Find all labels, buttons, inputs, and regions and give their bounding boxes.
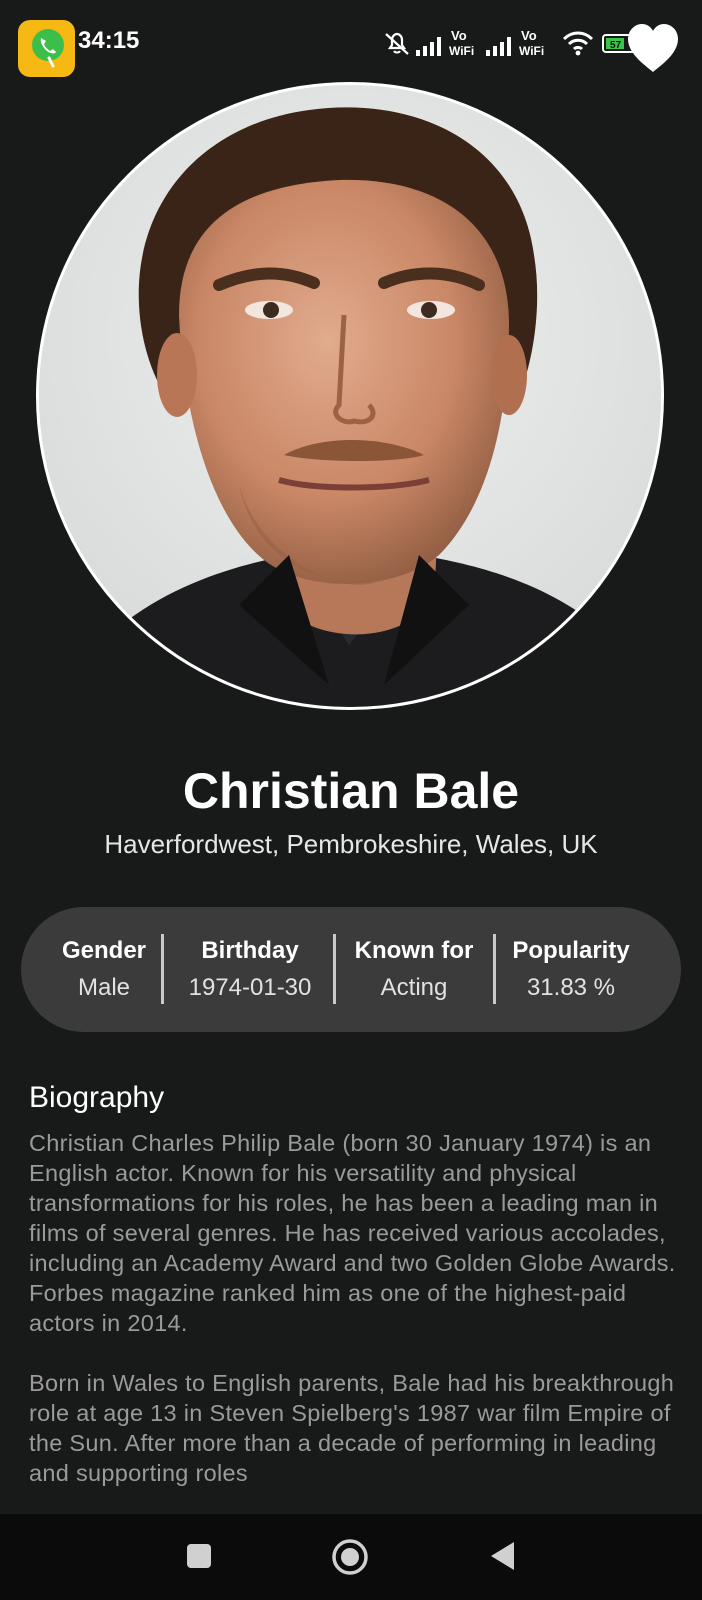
status-bar: 34:15 Vo WiFi Vo WiFi 57 [0,0,702,80]
profile-photo [36,82,664,710]
vowifi-icon: Vo WiFi [449,28,474,58]
biography-heading: Biography [29,1081,165,1114]
stat-birthday: Birthday 1974-01-30 [171,937,329,1002]
stat-value: 1974-01-30 [188,974,312,1001]
wifi-icon [562,31,594,56]
phone-icon [32,29,64,68]
place-of-birth: Haverfordwest, Pembrokeshire, Wales, UK [104,829,598,859]
status-time: 34:15 [78,27,140,54]
stat-label: Birthday [201,937,299,964]
recents-square-icon[interactable] [185,1542,213,1570]
stat-gender: Gender Male [51,937,157,1002]
stat-label: Gender [61,937,147,964]
stats-card: Gender Male Birthday 1974-01-30 Known fo… [21,907,681,1032]
svg-text:57: 57 [610,40,622,51]
stat-known-for: Known for Acting [339,937,489,1002]
svg-text:WiFi: WiFi [449,44,474,58]
biography-text: Christian Charles Philip Bale (born 30 J… [29,1128,679,1514]
stat-value: 31.83 % [526,974,616,1001]
stat-divider [333,934,336,1004]
stat-label: Popularity [512,937,630,964]
signal-icon [416,37,441,56]
biography-paragraph: Christian Charles Philip Bale (born 30 J… [29,1130,676,1336]
favorite-heart-icon[interactable] [626,22,680,74]
system-nav-bar [0,1514,702,1600]
stat-value: Acting [380,974,448,1001]
stat-divider [493,934,496,1004]
call-app-icon[interactable] [18,20,75,77]
biography-paragraph: Born in Wales to English parents, Bale h… [29,1370,675,1486]
svg-text:Vo: Vo [451,28,467,43]
vowifi-icon: Vo WiFi [519,28,544,58]
svg-text:WiFi: WiFi [519,44,544,58]
person-name: Christian Bale [182,763,520,819]
stat-popularity: Popularity 31.83 % [501,937,641,1002]
svg-text:Vo: Vo [521,28,537,43]
back-triangle-icon[interactable] [488,1540,518,1572]
home-circle-icon[interactable] [331,1538,369,1576]
stat-value: Male [77,974,131,1001]
portrait-image [39,85,661,707]
mute-bell-icon [385,32,409,55]
stat-divider [161,934,164,1004]
signal-icon [486,37,511,56]
stat-label: Known for [354,937,474,964]
